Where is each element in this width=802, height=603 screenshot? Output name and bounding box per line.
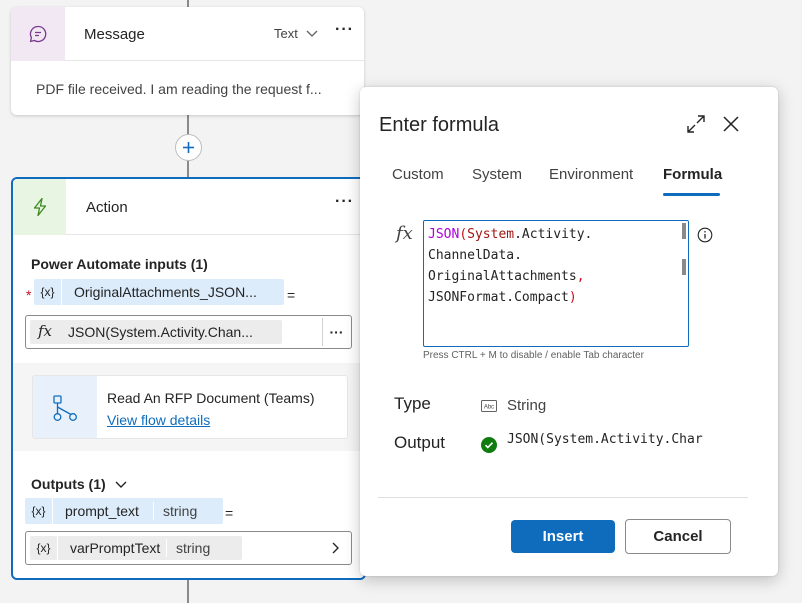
scrollbar-thumb[interactable]: [682, 223, 686, 239]
fx-icon: fx: [38, 322, 53, 340]
output-target-field[interactable]: {x} varPromptText string: [25, 531, 352, 565]
flow-icon: [53, 395, 77, 421]
close-icon[interactable]: [722, 115, 740, 133]
cancel-button[interactable]: Cancel: [625, 519, 731, 554]
chevron-right-icon[interactable]: [328, 541, 342, 555]
info-icon[interactable]: [697, 227, 713, 243]
variable-icon: {x}: [25, 498, 53, 524]
tab-environment[interactable]: Environment: [549, 166, 633, 183]
message-type-selector[interactable]: Text: [274, 26, 298, 41]
action-node[interactable]: Action ··· Power Automate inputs (1) * {…: [11, 177, 366, 580]
tab-hint-text: Press CTRL + M to disable / enable Tab c…: [423, 350, 644, 361]
scrollbar-marker: [682, 259, 686, 275]
message-icon-box: [11, 7, 65, 61]
output-variable-type: string: [163, 503, 198, 519]
text-type-icon-label: Abc: [484, 405, 494, 411]
outputs-section-title[interactable]: Outputs (1): [31, 476, 106, 492]
input-variable-chip[interactable]: {x} OriginalAttachments_JSON...: [34, 279, 284, 305]
formula-line-4: JSONFormat.Compact: [428, 290, 569, 305]
chevron-down-icon[interactable]: [305, 26, 319, 40]
connector-top: [187, 0, 189, 7]
active-tab-indicator: [663, 193, 720, 196]
formula-line-2: ChannelData.: [428, 248, 522, 263]
chat-bubble-icon: [29, 25, 47, 43]
chevron-down-icon[interactable]: [114, 477, 128, 491]
formula-chip-text: JSON(System.Activity.Chan...: [68, 324, 253, 340]
insert-button[interactable]: Insert: [511, 520, 615, 553]
input-variable-name: OriginalAttachments_JSON...: [74, 284, 257, 300]
action-more-button[interactable]: ···: [335, 193, 354, 211]
formula-editor[interactable]: JSON(System.Activity. ChannelData. Origi…: [423, 220, 689, 347]
formula-code[interactable]: JSON(System.Activity. ChannelData. Origi…: [428, 224, 592, 308]
formula-comma: ,: [576, 269, 585, 284]
fx-icon: fx: [396, 223, 413, 244]
variable-icon: {x}: [30, 536, 58, 560]
output-label: Output: [394, 433, 446, 452]
text-type-icon: Abc: [481, 400, 497, 412]
formula-paren-close: ): [568, 290, 577, 305]
action-node-title: Action: [86, 199, 128, 216]
message-node[interactable]: Message Text ··· PDF file received. I am…: [11, 7, 364, 115]
equals-sign: =: [287, 287, 296, 303]
output-target-name: varPromptText: [70, 540, 161, 556]
input-formula-field[interactable]: fx JSON(System.Activity.Chan... ···: [25, 315, 352, 349]
dialog-divider: [378, 497, 748, 498]
tab-formula[interactable]: Formula: [663, 166, 722, 183]
message-body-text[interactable]: PDF file received. I am reading the requ…: [36, 81, 322, 97]
tab-custom[interactable]: Custom: [392, 166, 444, 183]
formula-line-3: OriginalAttachments: [428, 269, 577, 284]
formula-namespace: System: [467, 227, 515, 242]
output-target-type: string: [176, 540, 211, 556]
view-flow-details-link[interactable]: View flow details: [107, 412, 210, 428]
tab-system[interactable]: System: [472, 166, 522, 183]
variable-icon: {x}: [34, 279, 62, 305]
formula-more-button[interactable]: ···: [322, 318, 350, 346]
check-circle-icon: [481, 437, 497, 453]
dialog-title: Enter formula: [379, 114, 500, 136]
action-icon-box: [13, 179, 66, 235]
inputs-section-title: Power Automate inputs (1): [31, 256, 208, 272]
connector-bottom: [187, 580, 189, 603]
formula-line-1-rest: .Activity.: [514, 227, 593, 242]
expand-icon[interactable]: [686, 114, 706, 134]
editor-scrollbar[interactable]: [679, 221, 688, 346]
output-value: JSON(System.Activity.Char: [507, 432, 703, 447]
flow-icon-box: [33, 376, 97, 438]
enter-formula-dialog: Enter formula Custom System Environment …: [360, 87, 778, 576]
lightning-icon: [33, 197, 46, 217]
type-value: String: [507, 397, 547, 414]
action-node-header: Action ···: [13, 179, 364, 235]
message-node-title: Message: [84, 26, 145, 43]
formula-paren-open: (: [459, 227, 468, 242]
output-variable-name: prompt_text: [65, 503, 139, 519]
equals-sign: =: [225, 505, 234, 521]
plus-icon: [183, 142, 194, 153]
required-marker: *: [26, 287, 32, 303]
formula-chip[interactable]: fx JSON(System.Activity.Chan...: [30, 320, 282, 344]
flow-name: Read An RFP Document (Teams): [107, 390, 315, 406]
output-variable-chip[interactable]: {x} prompt_text string: [25, 498, 223, 524]
message-node-header: Message Text ···: [11, 7, 364, 61]
type-label: Type: [394, 394, 431, 413]
add-node-button[interactable]: [175, 134, 202, 161]
message-more-button[interactable]: ···: [335, 21, 354, 39]
formula-function: JSON: [428, 227, 460, 242]
flow-card[interactable]: Read An RFP Document (Teams) View flow d…: [32, 375, 348, 439]
output-target-chip[interactable]: {x} varPromptText string: [30, 536, 242, 560]
